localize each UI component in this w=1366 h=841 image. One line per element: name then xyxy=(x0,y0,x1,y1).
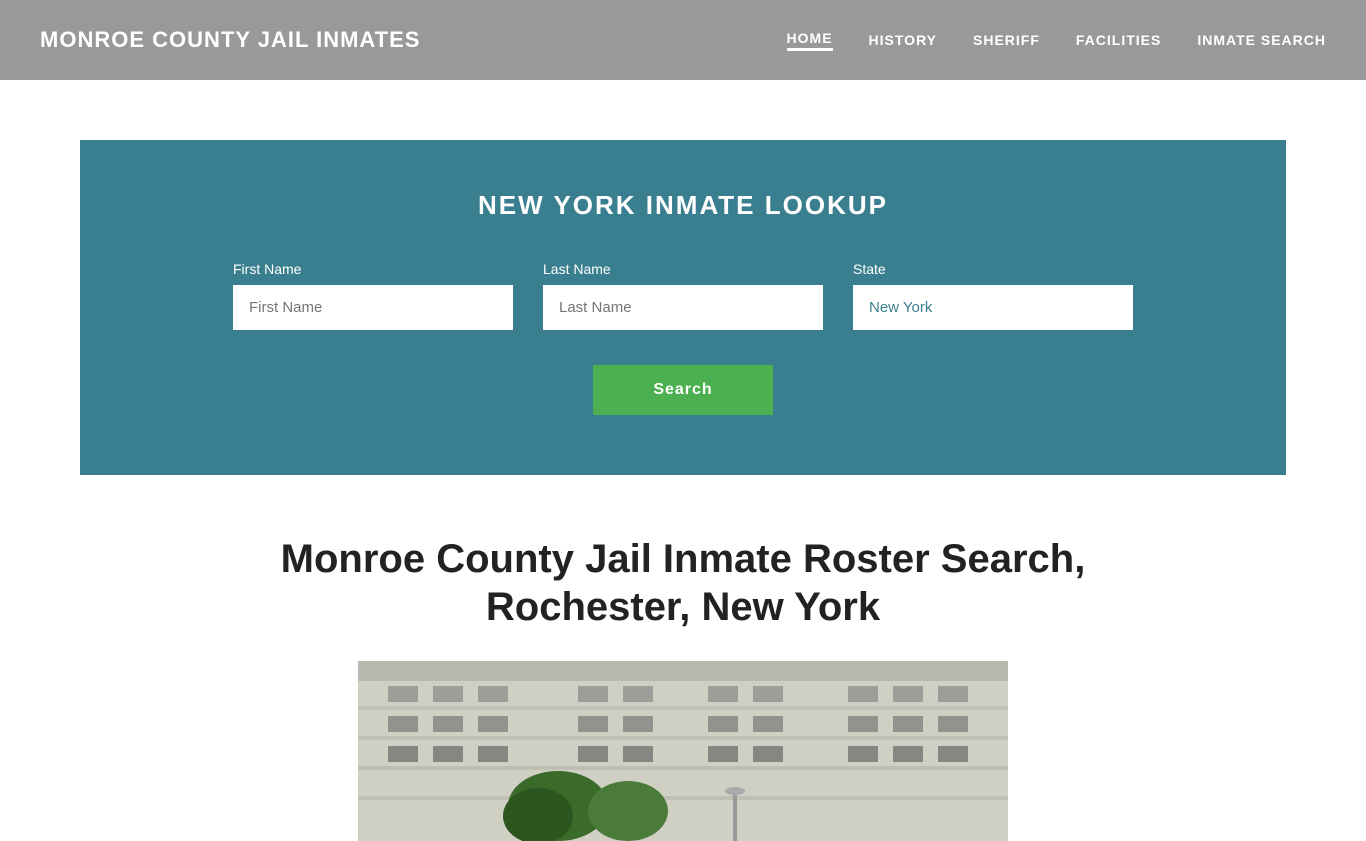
content-title: Monroe County Jail Inmate Roster Search,… xyxy=(180,535,1186,631)
last-name-label: Last Name xyxy=(543,261,823,277)
site-header: MONROE COUNTY JAIL INMATES HOME HISTORY … xyxy=(0,0,1366,80)
nav-item-sheriff[interactable]: SHERIFF xyxy=(973,32,1040,48)
search-fields-row: First Name Last Name State xyxy=(160,261,1206,330)
site-title: MONROE COUNTY JAIL INMATES xyxy=(40,27,420,53)
state-input[interactable] xyxy=(853,285,1133,330)
first-name-input[interactable] xyxy=(233,285,513,330)
state-field-group: State xyxy=(853,261,1133,330)
search-button[interactable]: Search xyxy=(593,365,772,415)
last-name-field-group: Last Name xyxy=(543,261,823,330)
nav-item-home[interactable]: HOME xyxy=(787,30,833,51)
state-label: State xyxy=(853,261,1133,277)
jail-building-image xyxy=(358,661,1008,841)
main-nav: HOME HISTORY SHERIFF FACILITIES INMATE S… xyxy=(787,30,1326,51)
nav-item-facilities[interactable]: FACILITIES xyxy=(1076,32,1161,48)
nav-item-inmate-search[interactable]: INMATE SEARCH xyxy=(1197,32,1326,48)
search-section-title: NEW YORK INMATE LOOKUP xyxy=(160,190,1206,221)
search-section: NEW YORK INMATE LOOKUP First Name Last N… xyxy=(80,140,1286,475)
first-name-label: First Name xyxy=(233,261,513,277)
search-btn-row: Search xyxy=(160,365,1206,415)
nav-item-history[interactable]: HISTORY xyxy=(869,32,937,48)
last-name-input[interactable] xyxy=(543,285,823,330)
content-section: Monroe County Jail Inmate Roster Search,… xyxy=(0,475,1366,841)
first-name-field-group: First Name xyxy=(233,261,513,330)
